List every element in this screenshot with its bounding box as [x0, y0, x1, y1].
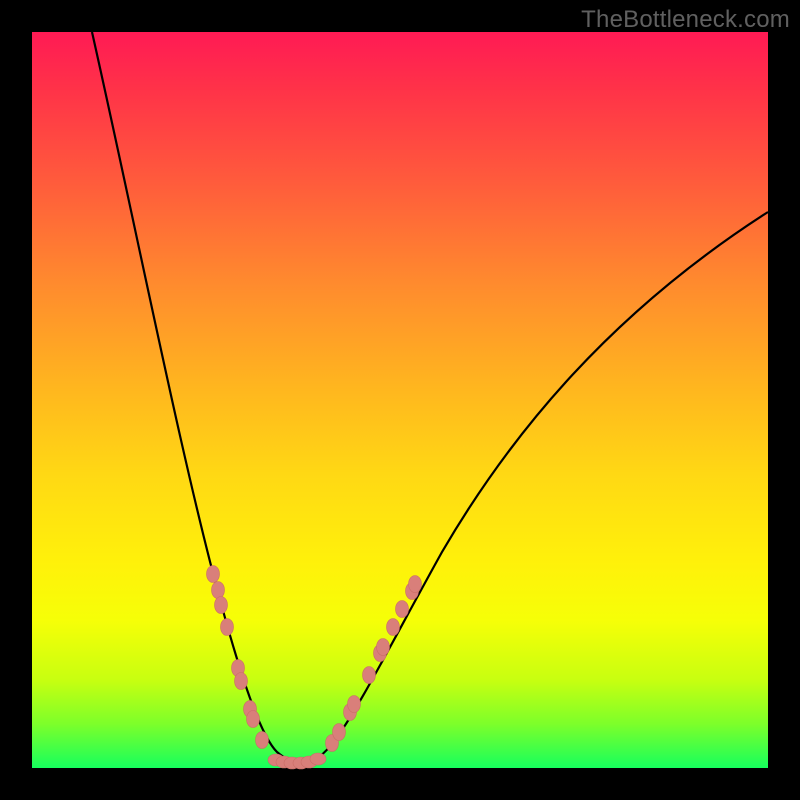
bead — [247, 711, 260, 728]
plot-area — [32, 32, 768, 768]
bead — [310, 753, 326, 765]
chart-frame: TheBottleneck.com — [0, 0, 800, 800]
bead — [348, 696, 361, 713]
bead — [409, 576, 422, 593]
bead — [235, 673, 248, 690]
chart-svg — [32, 32, 768, 768]
beads-bottom — [268, 753, 326, 769]
bead — [256, 732, 269, 749]
bead — [333, 724, 346, 741]
bead — [221, 619, 234, 636]
beads-right — [326, 576, 422, 752]
bead — [377, 639, 390, 656]
bead — [207, 566, 220, 583]
curve-left — [92, 32, 300, 763]
bead — [215, 597, 228, 614]
bead — [387, 619, 400, 636]
bead — [396, 601, 409, 618]
watermark-text: TheBottleneck.com — [581, 6, 790, 34]
bead — [363, 667, 376, 684]
bead — [212, 582, 225, 599]
